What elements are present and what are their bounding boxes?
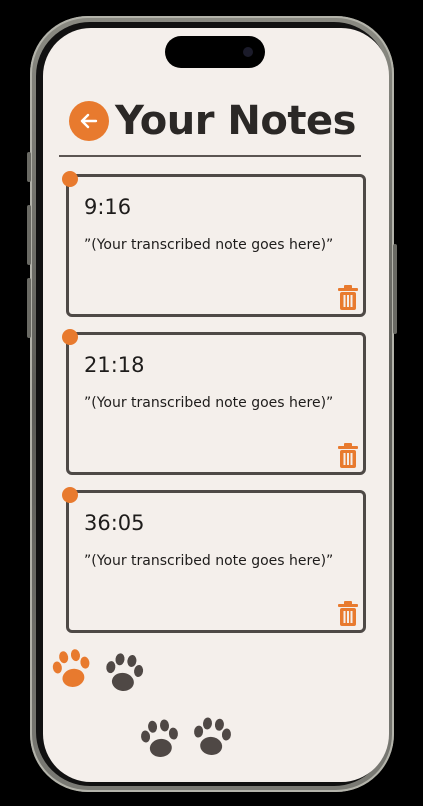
paw-print-icon (106, 653, 144, 691)
side-button (27, 152, 31, 182)
note-card[interactable]: 21:18 ”(Your transcribed note goes here)… (62, 329, 366, 475)
note-text: ”(Your transcribed note goes here)” (84, 237, 334, 253)
note-marker-dot (62, 171, 78, 187)
back-button[interactable] (69, 101, 109, 141)
paw-print-icon (52, 649, 90, 687)
trash-icon[interactable] (337, 601, 359, 627)
note-time: 36:05 (84, 511, 145, 535)
trash-icon[interactable] (337, 443, 359, 469)
paw-print-icon (194, 717, 231, 755)
note-time: 21:18 (84, 353, 145, 377)
app-screen: Your Notes 9:16 ”(Your transcribed note … (43, 28, 389, 782)
side-button (27, 205, 31, 265)
note-text: ”(Your transcribed note goes here)” (84, 553, 334, 569)
paw-print-icon (141, 719, 178, 757)
trash-icon[interactable] (337, 285, 359, 311)
note-card[interactable]: 9:16 ”(Your transcribed note goes here)” (62, 171, 366, 317)
header: Your Notes (69, 98, 356, 144)
note-marker-dot (62, 487, 78, 503)
note-card[interactable]: 36:05 ”(Your transcribed note goes here)… (62, 487, 366, 633)
side-button (393, 244, 397, 334)
arrow-left-icon (80, 113, 98, 129)
side-button (27, 278, 31, 338)
page-title: Your Notes (115, 98, 356, 144)
dynamic-island (165, 36, 265, 68)
note-time: 9:16 (84, 195, 132, 219)
note-marker-dot (62, 329, 78, 345)
camera-icon (243, 47, 253, 57)
header-divider (59, 155, 361, 157)
note-text: ”(Your transcribed note goes here)” (84, 395, 334, 411)
